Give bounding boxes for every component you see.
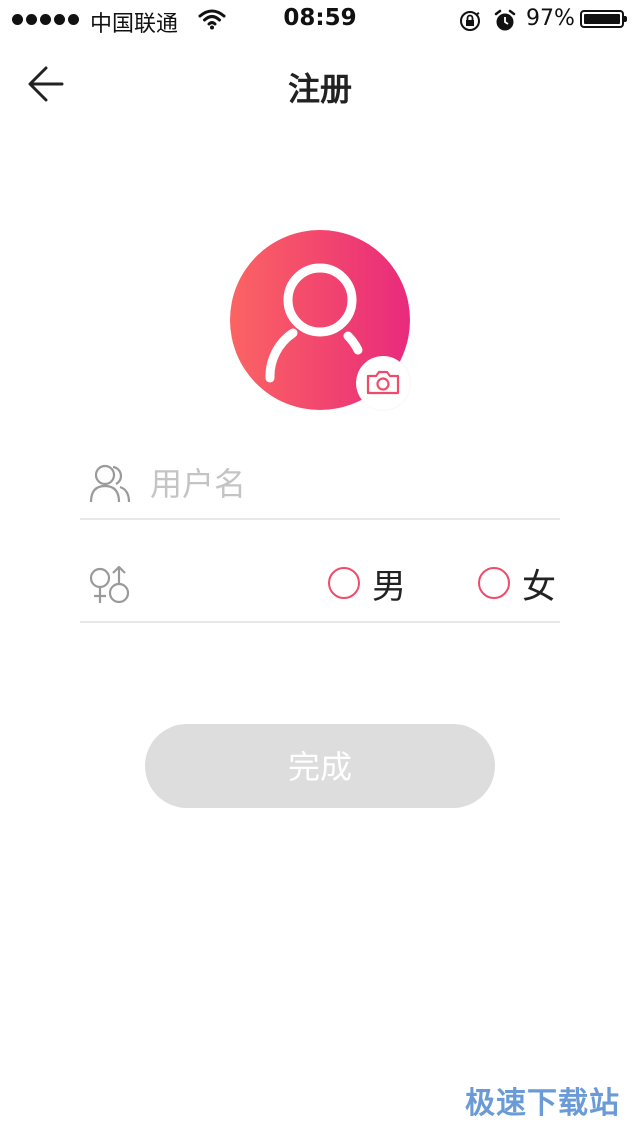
alarm-icon <box>494 9 516 39</box>
battery-icon <box>580 10 627 28</box>
gender-option-female[interactable]: 女 <box>478 561 556 607</box>
radio-circle[interactable] <box>478 567 510 599</box>
username-input[interactable] <box>150 458 550 510</box>
gender-row: 男 女 <box>80 523 560 623</box>
username-row <box>80 420 560 520</box>
gender-option-male[interactable]: 男 <box>328 561 406 607</box>
camera-icon <box>366 370 400 395</box>
watermark-logo: 极速下载站 <box>465 1086 620 1121</box>
gender-icon <box>88 565 132 611</box>
battery-percentage: 97% <box>526 6 575 31</box>
radio-circle[interactable] <box>328 567 360 599</box>
gender-label-male: 男 <box>372 566 406 607</box>
rotation-lock-icon <box>458 9 482 39</box>
page-title: 注册 <box>287 70 352 108</box>
register-screen: 中国联通 08:59 97% 注册 用户名 男 女 完成 极速下载站 <box>0 0 640 1136</box>
status-bar: 中国联通 08:59 97% <box>0 0 640 40</box>
users-icon <box>88 462 132 510</box>
navigation-bar: 注册 <box>0 40 640 128</box>
submit-button[interactable]: 完成 <box>145 724 495 808</box>
camera-button[interactable] <box>356 356 410 410</box>
gender-label-female: 女 <box>522 566 556 607</box>
